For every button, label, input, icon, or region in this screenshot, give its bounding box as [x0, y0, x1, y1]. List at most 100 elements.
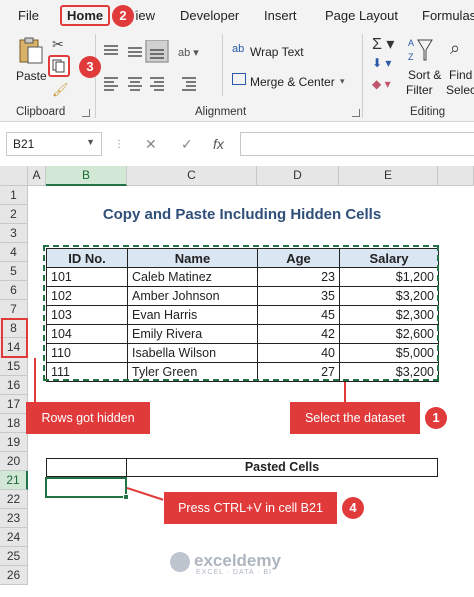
enter-icon[interactable]: ✓ — [181, 136, 193, 153]
cell-id[interactable]: 103 — [46, 305, 128, 325]
watermark-tagline: EXCEL · DATA · BI — [196, 569, 272, 576]
header-age[interactable]: Age — [257, 248, 340, 268]
row-header[interactable]: 19 — [0, 433, 28, 452]
formula-input[interactable] — [240, 132, 474, 156]
select-dataset-callout: Select the dataset — [290, 402, 420, 434]
row-header[interactable]: 5 — [0, 262, 28, 281]
header-id[interactable]: ID No. — [46, 248, 128, 268]
cell-age[interactable]: 45 — [257, 305, 340, 325]
row-header[interactable]: 2 — [0, 205, 28, 224]
row-header[interactable]: 4 — [0, 243, 28, 262]
row-header[interactable]: 6 — [0, 281, 28, 300]
insert-function-icon[interactable]: fx — [213, 136, 224, 152]
sort-filter-icon[interactable]: A Z — [408, 36, 434, 64]
cell-name[interactable]: Evan Harris — [127, 305, 258, 325]
separator — [362, 34, 363, 118]
table-row: 101 Caleb Matinez 23 $1,200 — [46, 267, 439, 287]
cell-salary[interactable]: $5,000 — [339, 343, 439, 363]
name-box[interactable]: B21 ▼ — [6, 132, 102, 156]
cell-salary[interactable]: $2,600 — [339, 324, 439, 344]
clear-icon[interactable]: ◆ ▾ — [372, 77, 391, 91]
merge-dropdown-icon[interactable]: ▾ — [340, 76, 345, 87]
tab-formulas[interactable]: Formulas — [422, 8, 474, 23]
cell-age[interactable]: 40 — [257, 343, 340, 363]
cell-age[interactable]: 23 — [257, 267, 340, 287]
cell-id[interactable]: 111 — [46, 362, 128, 382]
cell-name[interactable]: Tyler Green — [127, 362, 258, 382]
merge-center-icon[interactable] — [232, 73, 246, 85]
tab-view[interactable]: View — [135, 8, 155, 23]
tab-developer[interactable]: Developer — [180, 8, 239, 23]
row-header[interactable]: 26 — [0, 566, 28, 585]
hidden-rows-highlight — [1, 318, 28, 358]
cell-id[interactable]: 104 — [46, 324, 128, 344]
row-header[interactable]: 23 — [0, 509, 28, 528]
column-header-b[interactable]: B — [46, 166, 127, 186]
clipboard-launcher-icon[interactable] — [82, 109, 90, 117]
find-label: Find — [449, 68, 473, 82]
wrap-text-icon[interactable]: ab — [232, 43, 244, 55]
autosum-icon[interactable]: Σ ▾ — [372, 34, 394, 54]
column-header-c[interactable]: C — [127, 166, 257, 186]
find-icon[interactable]: ⌕ — [450, 38, 460, 59]
cell-name[interactable]: Caleb Matinez — [127, 267, 258, 287]
cell-age[interactable]: 42 — [257, 324, 340, 344]
format-painter-icon[interactable]: 🖌 — [52, 82, 69, 98]
filter-label: Filter — [406, 83, 433, 97]
merge-center-button[interactable]: Merge & Center — [250, 75, 335, 89]
row-header[interactable]: 21 — [0, 471, 28, 490]
cell-salary[interactable]: $3,200 — [339, 286, 439, 306]
chevron-down-icon[interactable]: ▼ — [86, 137, 95, 147]
wrap-text-button[interactable]: Wrap Text — [250, 45, 304, 59]
column-header-e[interactable]: E — [339, 166, 438, 186]
select-all-corner[interactable] — [0, 166, 28, 186]
pasted-cells-label[interactable]: Pasted Cells — [127, 459, 437, 476]
fill-icon[interactable]: ⬇ ▾ — [372, 56, 391, 70]
tab-insert[interactable]: Insert — [264, 8, 297, 23]
cell-id[interactable]: 101 — [46, 267, 128, 287]
cancel-icon[interactable]: ✕ — [145, 136, 157, 153]
row-header[interactable]: 7 — [0, 300, 28, 319]
row-header[interactable]: 3 — [0, 224, 28, 243]
row-header[interactable]: 17 — [0, 395, 28, 414]
row-header[interactable]: 18 — [0, 414, 28, 433]
cell-name[interactable]: Amber Johnson — [127, 286, 258, 306]
row-header[interactable]: 20 — [0, 452, 28, 471]
exceldemy-logo-icon — [170, 552, 190, 572]
sheet-title[interactable]: Copy and Paste Including Hidden Cells — [46, 205, 438, 224]
column-header-a[interactable]: A — [28, 166, 46, 186]
tab-file[interactable]: File — [18, 8, 39, 23]
row-header[interactable]: 25 — [0, 547, 28, 566]
column-header-d[interactable]: D — [257, 166, 339, 186]
copy-button[interactable] — [48, 55, 70, 77]
cell-salary[interactable]: $2,300 — [339, 305, 439, 325]
pasted-empty-cell[interactable] — [47, 459, 127, 476]
formula-bar: B21 ▼ ⋮ ✕ ✓ fx — [0, 131, 474, 157]
cell-salary[interactable]: $1,200 — [339, 267, 439, 287]
cell-name[interactable]: Isabella Wilson — [127, 343, 258, 363]
step-4-badge: 4 — [342, 497, 364, 519]
tab-home[interactable]: Home — [60, 5, 111, 26]
active-cell-b21[interactable] — [45, 477, 127, 498]
fill-handle[interactable] — [123, 494, 129, 500]
header-name[interactable]: Name — [127, 248, 258, 268]
cell-age[interactable]: 35 — [257, 286, 340, 306]
row-header[interactable]: 24 — [0, 528, 28, 547]
header-salary[interactable]: Salary — [339, 248, 439, 268]
pasted-cells-header: Pasted Cells — [46, 458, 438, 477]
row-header[interactable]: 22 — [0, 490, 28, 509]
alignment-launcher-icon[interactable] — [352, 109, 360, 117]
cut-icon[interactable]: ✂ — [52, 36, 64, 53]
row-header[interactable]: 15 — [0, 357, 28, 376]
cell-name[interactable]: Emily Rivera — [127, 324, 258, 344]
cell-age[interactable]: 27 — [257, 362, 340, 382]
tab-page-layout[interactable]: Page Layout — [325, 8, 398, 23]
row-header[interactable]: 1 — [0, 186, 28, 205]
step-3-badge: 3 — [79, 56, 101, 78]
cell-id[interactable]: 110 — [46, 343, 128, 363]
cell-id[interactable]: 102 — [46, 286, 128, 306]
row-header[interactable]: 16 — [0, 376, 28, 395]
press-ctrl-v-callout: Press CTRL+V in cell B21 — [164, 492, 337, 524]
table-row: 111 Tyler Green 27 $3,200 — [46, 362, 439, 382]
cell-salary[interactable]: $3,200 — [339, 362, 439, 382]
